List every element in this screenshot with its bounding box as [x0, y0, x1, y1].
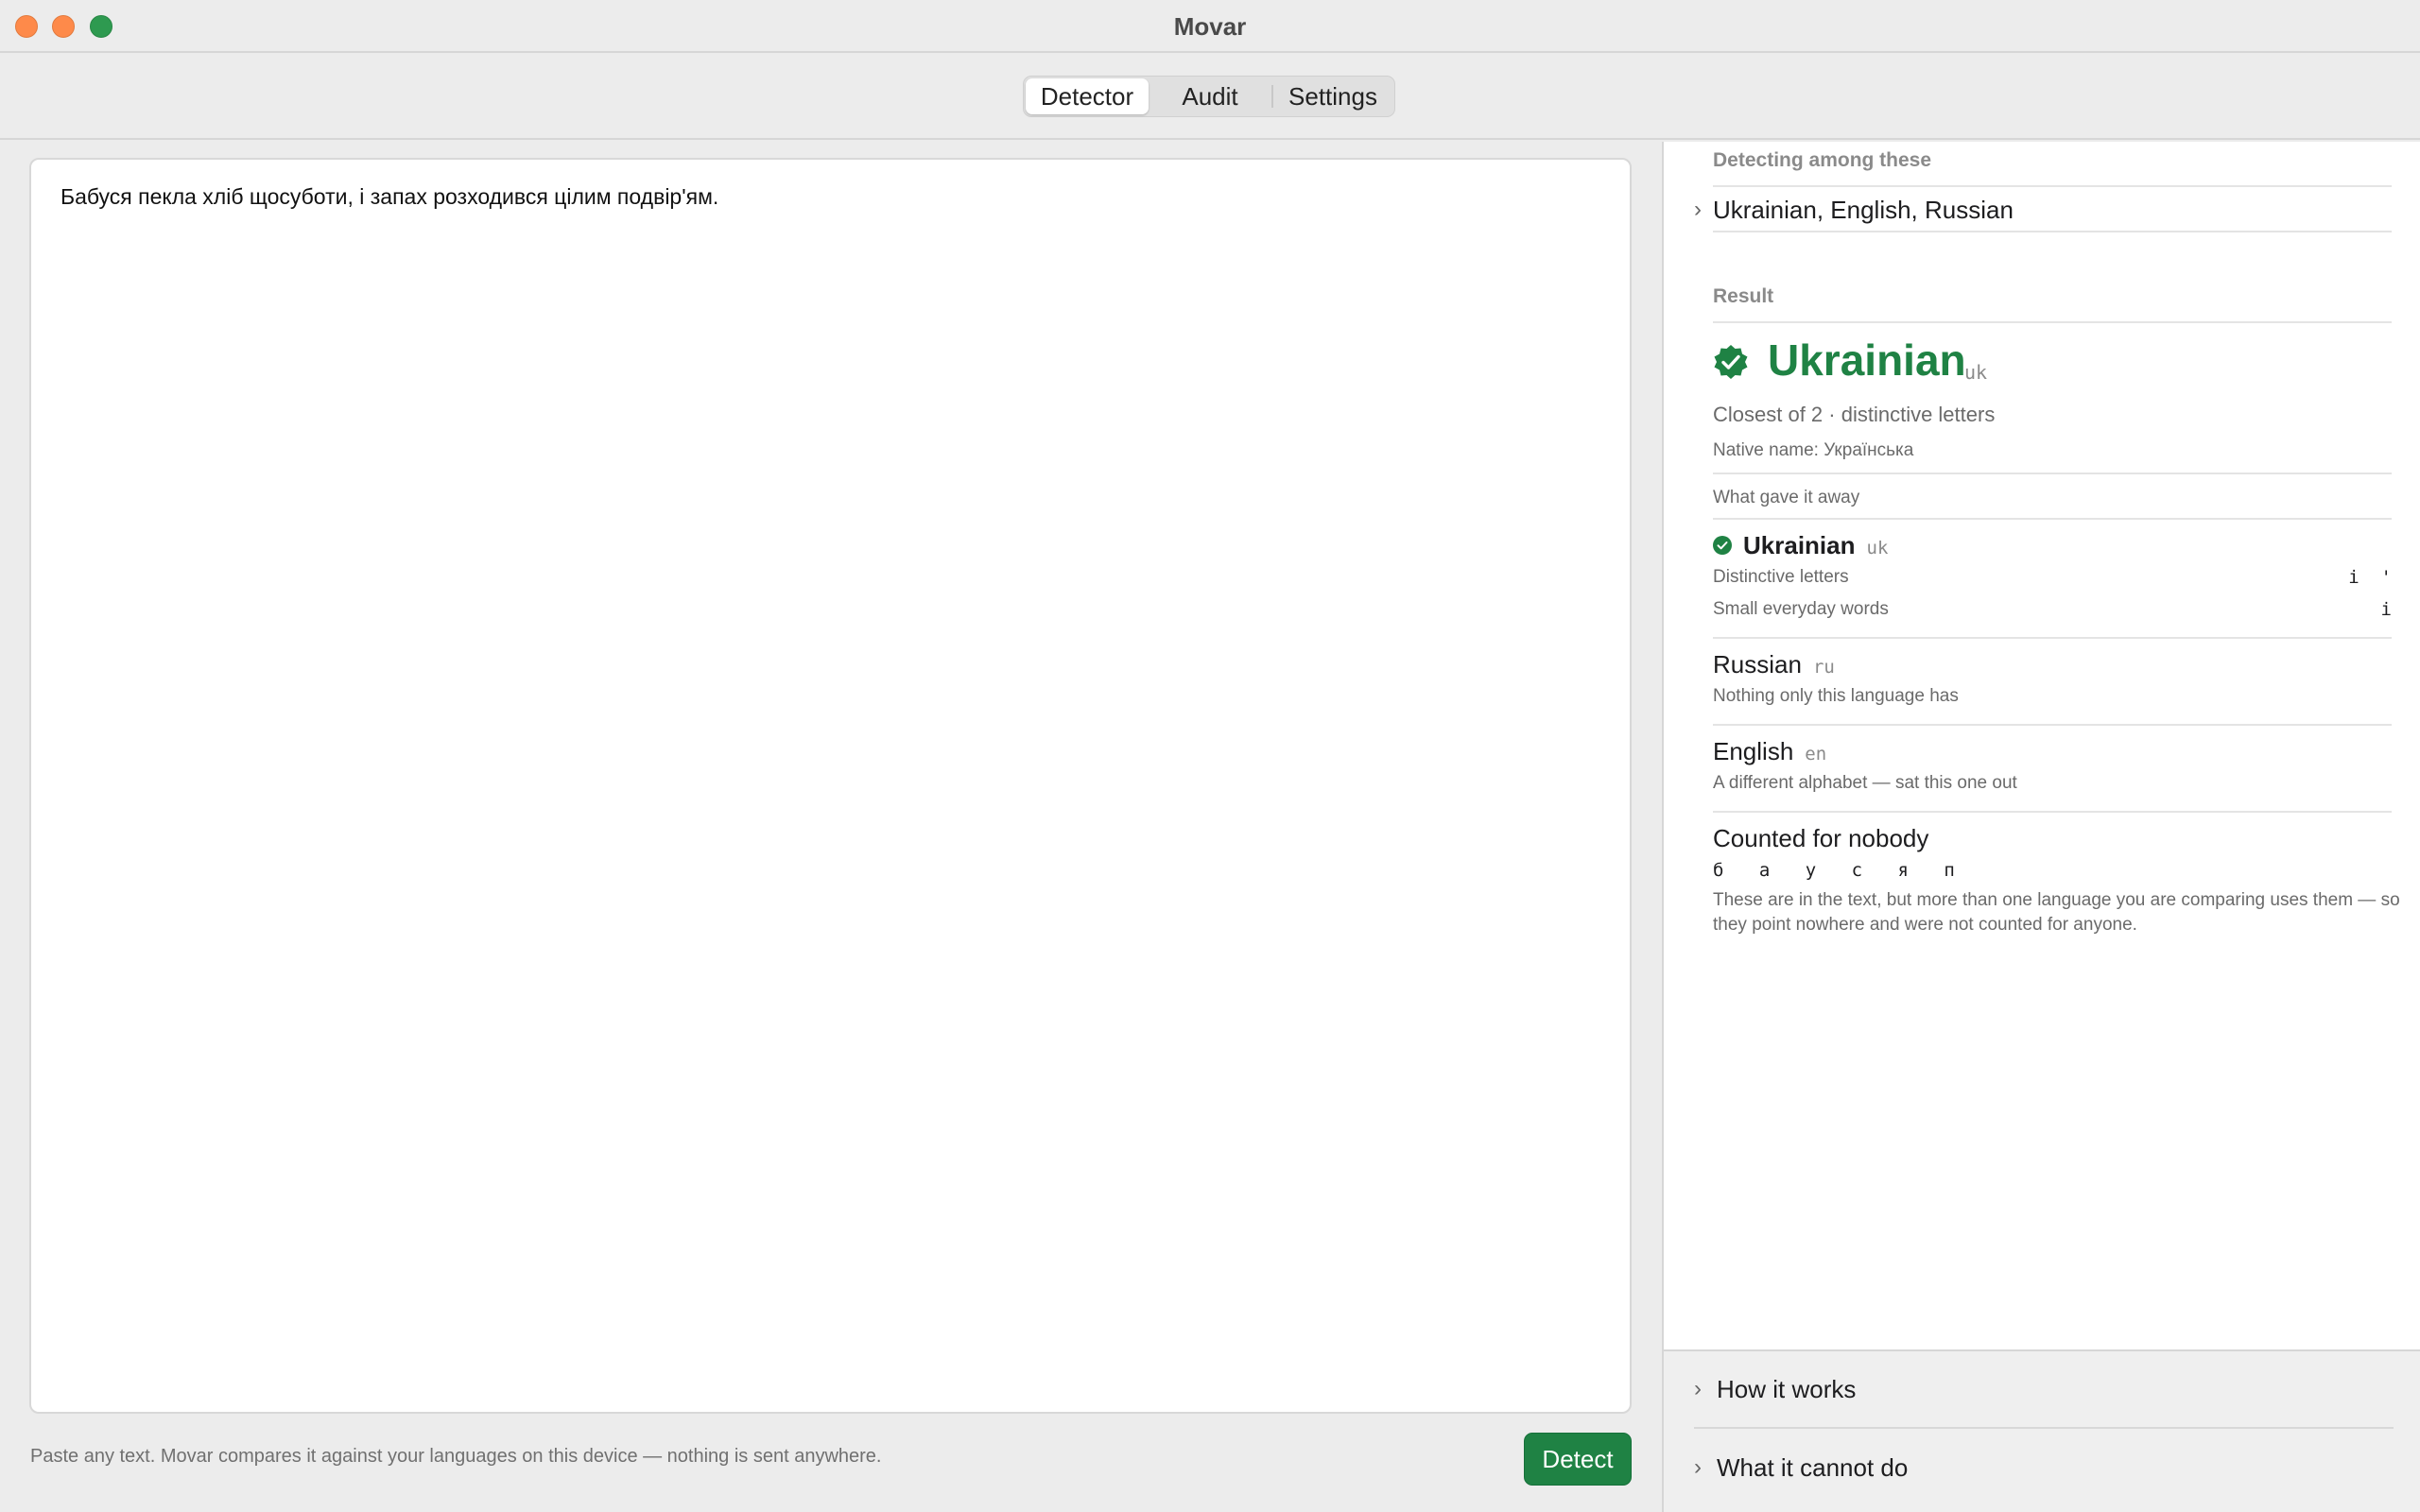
how-it-works-disclosure[interactable]: › How it works: [1694, 1351, 2394, 1429]
chevron-right-icon: ›: [1694, 1454, 1702, 1480]
candidate-name: Russian: [1713, 650, 1802, 679]
toolbar: Detector Audit Settings: [0, 53, 2420, 140]
evidence-heading: What gave it away: [1713, 474, 2392, 520]
detect-button[interactable]: Detect: [1524, 1433, 1632, 1486]
candidate-name: Ukrainian: [1743, 531, 1856, 559]
evidence-row: Distinctive letters і ': [1713, 561, 2392, 593]
tab-audit[interactable]: Audit: [1149, 78, 1271, 114]
candidate-title: English en: [1713, 726, 2392, 767]
input-pane: Бабуся пекла хліб щосуботи, і запах розх…: [0, 142, 1662, 1512]
candidate-name: English: [1713, 737, 1794, 765]
title-bar: Movar: [0, 0, 2420, 53]
language-set-disclosure[interactable]: › Ukrainian, English, Russian: [1694, 187, 2392, 232]
candidate-code: ru: [1812, 657, 1835, 678]
candidate-note: Nothing only this language has: [1713, 686, 1959, 706]
text-input[interactable]: Бабуся пекла хліб щосуботи, і запах розх…: [29, 158, 1632, 1414]
candidate-russian: Russian ru Nothing only this language has: [1713, 639, 2392, 726]
candidate-note: A different alphabet — sat this one out: [1713, 773, 2017, 793]
candidate-code: en: [1805, 744, 1827, 765]
info-disclosures: › How it works › What it cannot do: [1664, 1349, 2420, 1512]
tab-settings[interactable]: Settings: [1271, 82, 1392, 111]
tab-detector[interactable]: Detector: [1026, 78, 1149, 114]
native-name: Native name: Українська: [1713, 440, 2392, 474]
disclosure-label: How it works: [1717, 1374, 1857, 1403]
limitations-disclosure[interactable]: › What it cannot do: [1694, 1429, 2394, 1506]
view-switcher: Detector Audit Settings: [1023, 76, 1395, 117]
uncounted-section: Counted for nobody б а у с я п These are…: [1713, 813, 2400, 937]
result-language-code: uk: [1964, 361, 1988, 384]
language-set-label: Ukrainian, English, Russian: [1713, 196, 2014, 224]
evidence-label: Small everyday words: [1713, 599, 1889, 619]
result-summary: Ukrainian uk: [1713, 323, 2392, 403]
candidate-title: Ukrainian uk: [1713, 520, 2392, 561]
candidate-code: uk: [1866, 538, 1889, 558]
input-text: Бабуся пекла хліб щосуботи, і запах розх…: [60, 184, 719, 209]
chevron-right-icon: ›: [1694, 197, 1702, 222]
window-title: Movar: [1173, 12, 1247, 41]
evidence-label: Distinctive letters: [1713, 567, 1849, 587]
evidence-row: Small everyday words і: [1713, 593, 2392, 626]
uncounted-letters: б а у с я п: [1713, 860, 1955, 881]
result-content: Detecting among these › Ukrainian, Engli…: [1694, 142, 2400, 937]
result-language: Ukrainian: [1768, 335, 1966, 385]
candidate-english: English en A different alphabet — sat thi…: [1713, 726, 2392, 813]
check-circle-icon: [1713, 536, 1732, 556]
chevron-right-icon: ›: [1694, 1376, 1702, 1401]
detecting-heading: Detecting among these: [1713, 142, 2392, 187]
uncounted-explanation: These are in the text, but more than one…: [1713, 890, 2400, 935]
result-heading: Result: [1713, 285, 2392, 323]
candidate-title: Russian ru: [1713, 639, 2392, 680]
privacy-note: Paste any text. Movar compares it agains…: [30, 1446, 882, 1467]
evidence-value: і: [2380, 599, 2392, 620]
uncounted-title: Counted for nobody: [1713, 824, 1929, 852]
evidence-value: і ': [2348, 567, 2392, 588]
disclosure-label: What it cannot do: [1717, 1452, 1909, 1482]
candidate-ukrainian: Ukrainian uk Distinctive letters і ' Smal…: [1713, 520, 2392, 639]
result-pane: Detecting among these › Ukrainian, Engli…: [1662, 142, 2420, 1512]
result-summary-text: Closest of 2 · distinctive letters: [1713, 403, 1996, 426]
verified-badge-icon: [1714, 345, 1748, 379]
